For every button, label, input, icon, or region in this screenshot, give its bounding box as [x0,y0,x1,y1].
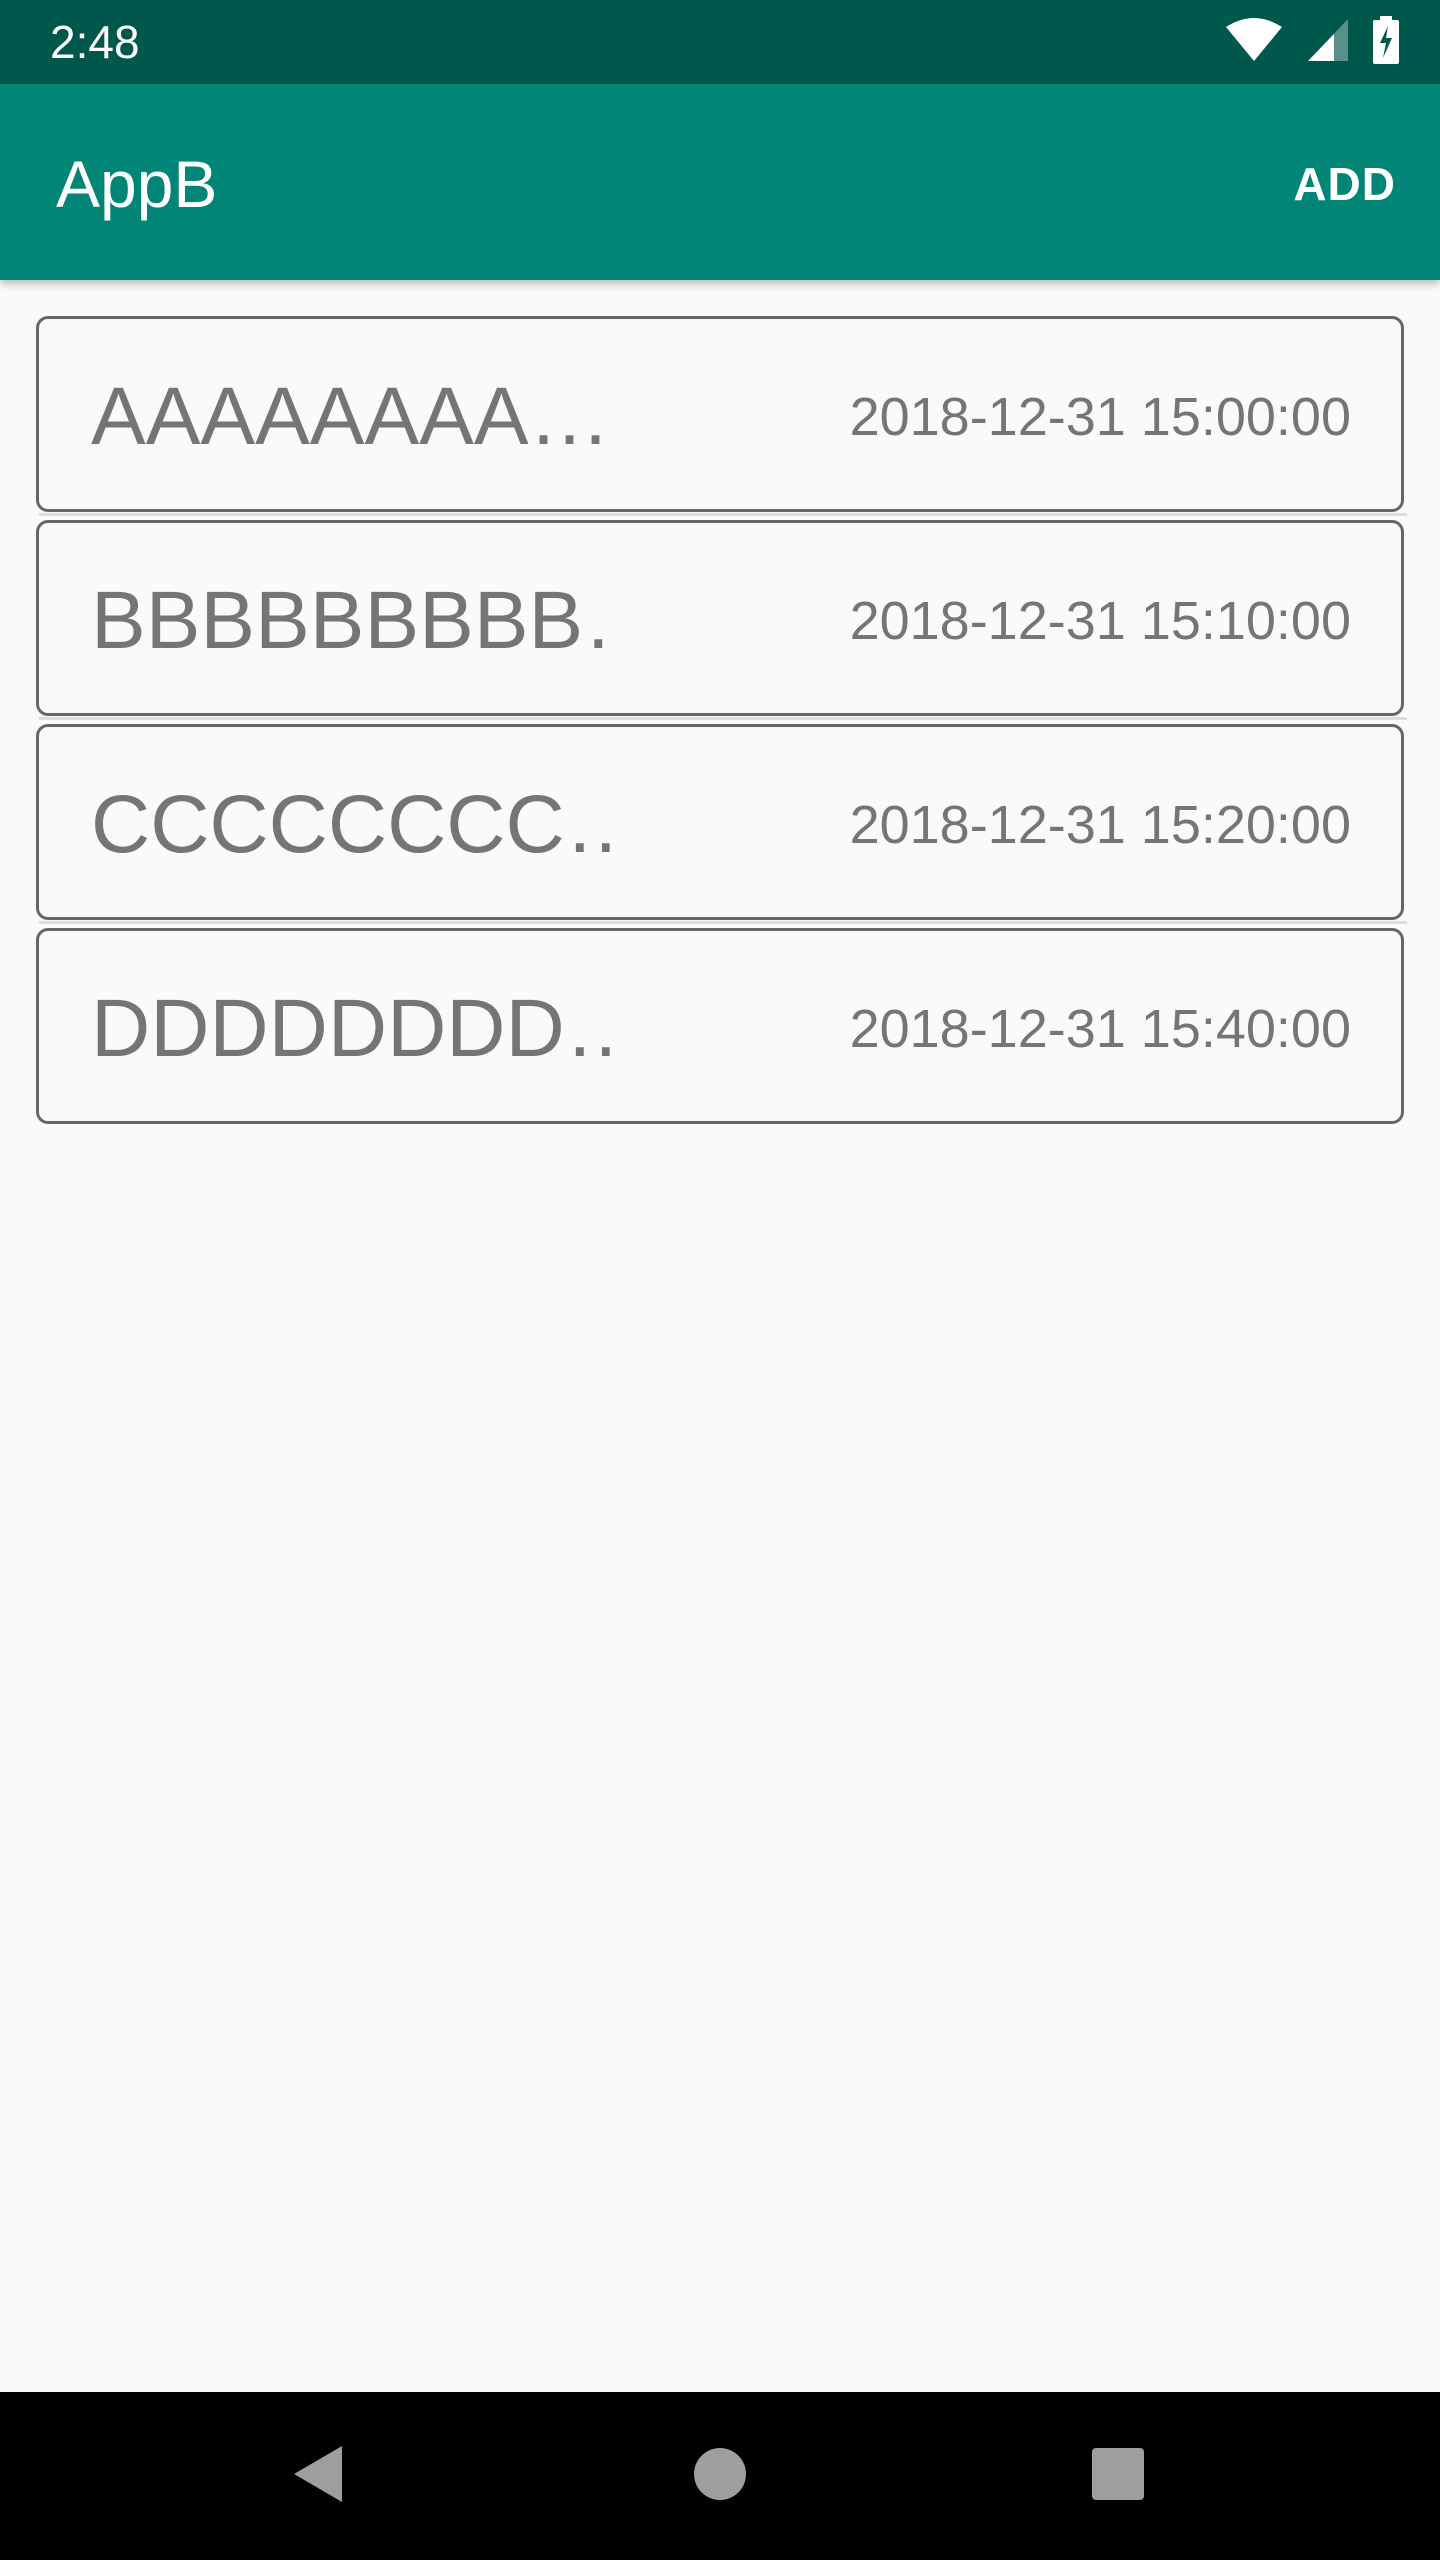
item-title: CCCCCCCC… [91,779,611,870]
item-timestamp: 2018-12-31 15:00:00 [849,387,1351,447]
status-icons [1224,15,1400,69]
battery-charging-icon [1372,15,1400,69]
list-item[interactable]: AAAAAAAA… 2018-12-31 15:00:00 [36,316,1407,516]
status-bar: 2:48 [0,0,1440,84]
recents-icon [1091,2447,1145,2506]
list-item[interactable]: BBBBBBBBB… 2018-12-31 15:10:00 [36,520,1407,720]
item-title: AAAAAAAA… [91,371,611,462]
item-timestamp: 2018-12-31 15:40:00 [849,999,1351,1059]
wifi-icon [1224,17,1284,68]
item-title: DDDDDDDD… [91,983,611,1074]
screen: 2:48 AppB ADD AAAAAAAA… 2018-12-31 15:00… [0,0,1440,2560]
item-timestamp: 2018-12-31 15:10:00 [849,591,1351,651]
item-timestamp: 2018-12-31 15:20:00 [849,795,1351,855]
add-button[interactable]: ADD [1289,148,1400,220]
divider [39,717,1407,720]
cellular-signal-icon [1306,17,1350,68]
back-icon [288,2442,348,2511]
list-item[interactable]: DDDDDDDD… 2018-12-31 15:40:00 [36,928,1404,1124]
status-time: 2:48 [50,16,140,68]
navigation-bar [0,2392,1440,2560]
home-icon [692,2446,748,2507]
item-title: BBBBBBBBB… [91,575,611,666]
home-button[interactable] [680,2436,760,2516]
app-title: AppB [56,147,218,221]
divider [39,513,1407,516]
divider [39,921,1407,924]
list-item[interactable]: CCCCCCCC… 2018-12-31 15:20:00 [36,724,1407,924]
app-bar: AppB ADD [0,84,1440,280]
back-button[interactable] [278,2436,358,2516]
item-list: AAAAAAAA… 2018-12-31 15:00:00 BBBBBBBBB…… [36,316,1407,1132]
recents-button[interactable] [1078,2436,1158,2516]
